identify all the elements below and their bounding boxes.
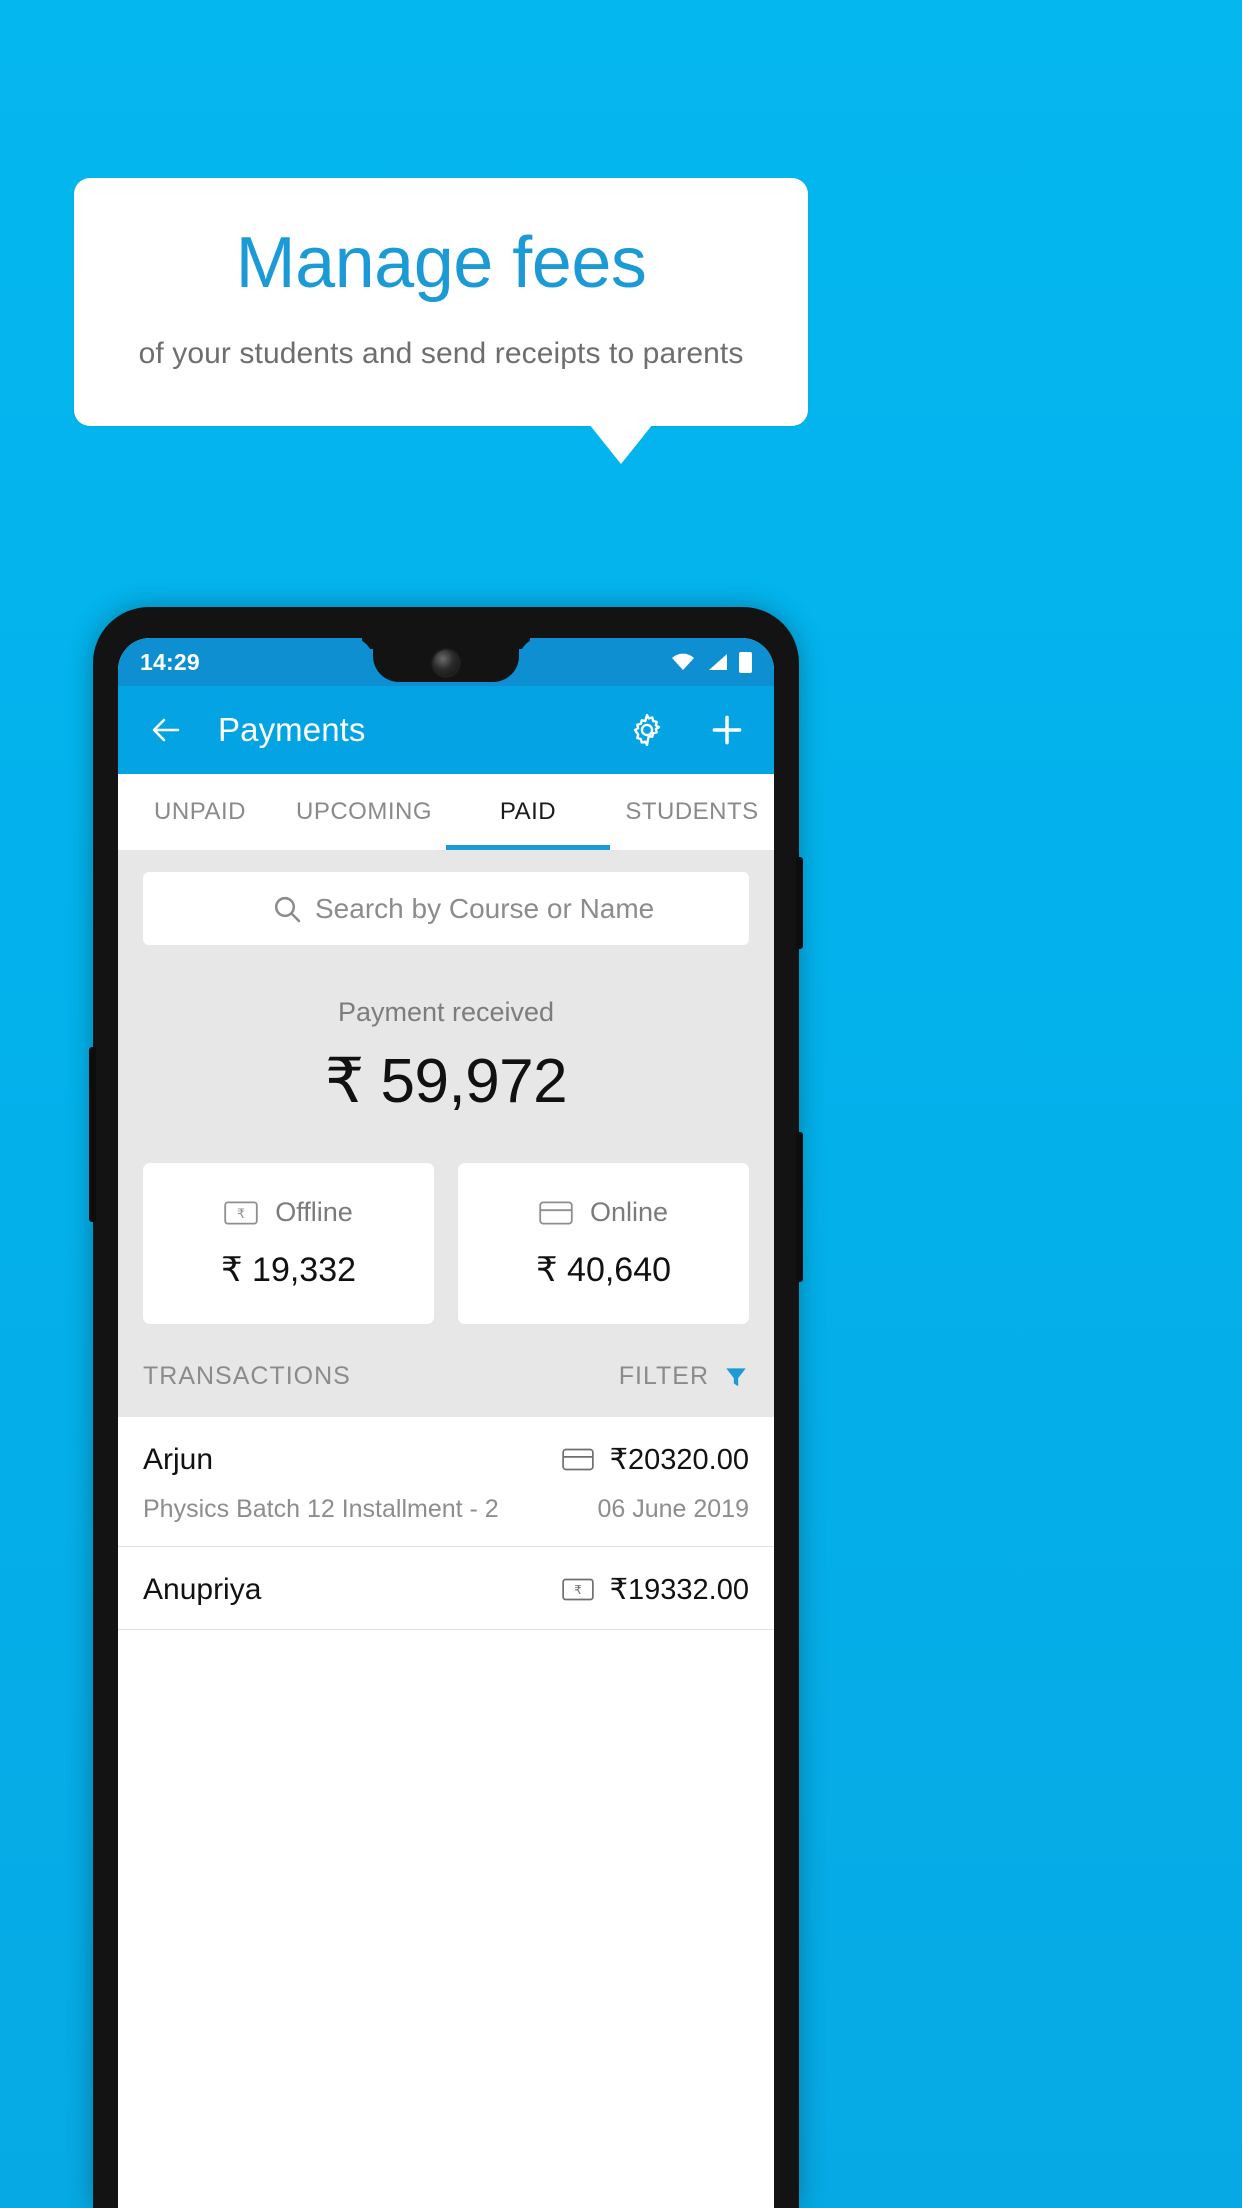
tab-paid[interactable]: PAID <box>446 774 610 850</box>
transaction-date: 06 June 2019 <box>597 1495 749 1523</box>
gear-icon[interactable] <box>628 711 666 749</box>
method-cards: ₹ Offline ₹ 19,332 Online ₹ 40,640 <box>118 1117 774 1324</box>
offline-card[interactable]: ₹ Offline ₹ 19,332 <box>143 1163 434 1324</box>
tab-students[interactable]: STUDENTS <box>610 774 774 850</box>
transactions-list: Arjun ₹20320.00 Physics Batch 12 Install… <box>118 1417 774 1630</box>
filter-funnel-icon <box>723 1364 749 1390</box>
filter-button[interactable]: FILTER <box>619 1362 749 1391</box>
search-input[interactable]: Search by Course or Name <box>143 872 749 945</box>
tab-bar: UNPAID UPCOMING PAID STUDENTS <box>118 774 774 850</box>
page-title: Payments <box>218 711 366 748</box>
front-camera-icon <box>433 650 459 676</box>
transaction-name: Anupriya <box>143 1572 262 1606</box>
search-icon <box>271 893 303 925</box>
status-time: 14:29 <box>140 648 200 675</box>
payment-summary: Payment received ₹ 59,972 <box>118 945 774 1117</box>
phone-button-right-upper <box>796 857 803 949</box>
promo-subheadline: of your students and send receipts to pa… <box>138 337 744 370</box>
offline-card-label: Offline <box>275 1197 353 1227</box>
transactions-header: TRANSACTIONS FILTER <box>118 1324 774 1417</box>
back-arrow-icon[interactable] <box>146 710 186 750</box>
transaction-primary-line: Arjun ₹20320.00 <box>143 1442 749 1477</box>
online-card-header: Online <box>458 1197 749 1228</box>
cash-note-icon: ₹ <box>224 1200 258 1226</box>
battery-icon <box>739 651 752 673</box>
app-bar-actions <box>628 711 746 749</box>
transaction-name: Arjun <box>143 1442 214 1476</box>
transaction-primary-line: Anupriya ₹ ₹19332.00 <box>143 1572 749 1607</box>
wifi-icon <box>671 653 695 671</box>
phone-screen: 14:29 Payments UNPAID UPCOMING PAID STUD… <box>118 638 774 2208</box>
table-row[interactable]: Anupriya ₹ ₹19332.00 <box>118 1547 774 1630</box>
phone-button-right-lower <box>796 1132 803 1282</box>
plus-icon[interactable] <box>708 711 746 749</box>
cash-note-icon: ₹ <box>561 1577 594 1602</box>
status-icons <box>671 651 752 673</box>
search-placeholder: Search by Course or Name <box>315 892 655 924</box>
transaction-secondary-line: Physics Batch 12 Installment - 2 06 June… <box>143 1495 749 1524</box>
phone-button-left <box>89 1047 96 1222</box>
table-row[interactable]: Arjun ₹20320.00 Physics Batch 12 Install… <box>118 1417 774 1547</box>
phone-mockup: 14:29 Payments UNPAID UPCOMING PAID STUD… <box>89 607 803 2208</box>
app-bar: Payments <box>118 686 774 774</box>
signal-icon <box>706 653 728 671</box>
summary-amount: ₹ 59,972 <box>324 1047 568 1116</box>
transaction-description: Physics Batch 12 Installment - 2 <box>143 1495 499 1523</box>
summary-label: Payment received <box>337 997 555 1027</box>
search-container: Search by Course or Name <box>118 850 774 945</box>
online-card-amount: ₹ 40,640 <box>535 1251 672 1289</box>
transaction-amount-group: ₹ ₹19332.00 <box>561 1572 749 1607</box>
filter-label: FILTER <box>618 1362 709 1390</box>
transaction-amount-group: ₹20320.00 <box>561 1442 749 1477</box>
offline-card-amount: ₹ 19,332 <box>220 1251 357 1289</box>
tab-unpaid[interactable]: UNPAID <box>118 774 282 850</box>
online-card-label: Online <box>589 1197 669 1227</box>
svg-text:₹: ₹ <box>574 1583 582 1597</box>
promo-callout-bubble: Manage fees of your students and send re… <box>74 178 808 426</box>
content-area: Search by Course or Name Payment receive… <box>118 850 774 1630</box>
credit-card-icon <box>539 1200 573 1226</box>
tab-upcoming[interactable]: UPCOMING <box>282 774 446 850</box>
online-card[interactable]: Online ₹ 40,640 <box>458 1163 749 1324</box>
credit-card-icon <box>561 1447 594 1472</box>
transaction-amount: ₹20320.00 <box>609 1444 749 1476</box>
transaction-amount: ₹19332.00 <box>609 1574 749 1606</box>
promo-bubble-tail <box>589 424 653 464</box>
transactions-title: TRANSACTIONS <box>143 1362 351 1390</box>
offline-card-header: ₹ Offline <box>143 1197 434 1228</box>
promo-headline: Manage fees <box>235 223 647 303</box>
svg-text:₹: ₹ <box>237 1207 245 1222</box>
